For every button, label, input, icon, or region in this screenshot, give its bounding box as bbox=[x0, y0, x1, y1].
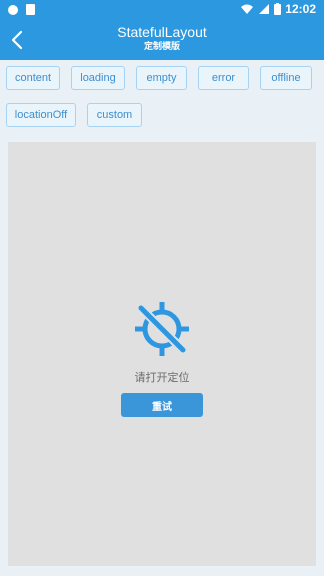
app-bar: StatefulLayout 定制模版 bbox=[0, 20, 324, 60]
page-subtitle: 定制模版 bbox=[143, 42, 180, 52]
loading-button[interactable]: loading bbox=[71, 66, 125, 90]
custom-button[interactable]: custom bbox=[87, 103, 142, 127]
location-off-button[interactable]: locationOff bbox=[6, 103, 76, 127]
sd-card-icon bbox=[26, 4, 35, 15]
empty-button[interactable]: empty bbox=[136, 66, 187, 90]
status-left bbox=[8, 4, 35, 15]
status-right: 12:02 bbox=[240, 2, 316, 16]
offline-button[interactable]: offline bbox=[260, 66, 312, 90]
location-off-icon bbox=[135, 302, 189, 356]
status-time: 12:02 bbox=[285, 2, 316, 16]
title-area: StatefulLayout 定制模版 bbox=[0, 24, 324, 53]
status-bar: 12:02 bbox=[0, 0, 324, 20]
page-title: StatefulLayout bbox=[117, 24, 207, 40]
battery-icon bbox=[274, 3, 282, 15]
content-button[interactable]: content bbox=[6, 66, 60, 90]
signal-icon bbox=[259, 4, 270, 14]
error-button[interactable]: error bbox=[198, 66, 249, 90]
state-message: 请打开定位 bbox=[134, 371, 190, 384]
wifi-icon bbox=[241, 4, 254, 14]
stateful-layout-panel: 请打开定位 重试 bbox=[8, 142, 316, 566]
retry-button[interactable]: 重试 bbox=[121, 393, 203, 417]
notification-icon bbox=[8, 4, 18, 15]
